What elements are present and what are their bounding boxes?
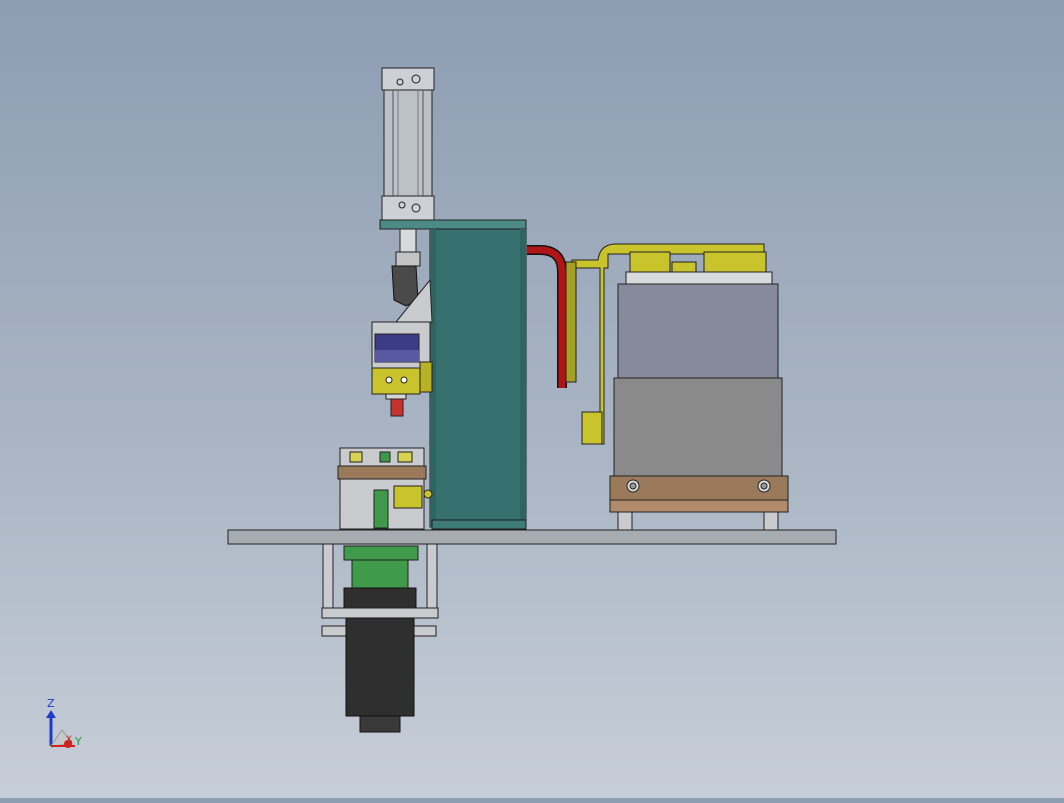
pneumatic-cylinder[interactable] <box>381 67 435 267</box>
cylinder-end-cap-bottom <box>381 195 435 221</box>
rod-nut <box>395 251 421 267</box>
base-plate <box>227 529 837 545</box>
foot-right <box>763 511 779 531</box>
lower-fixture[interactable] <box>337 447 433 530</box>
transformer-lower-housing <box>613 377 783 477</box>
motor-flange <box>321 607 439 619</box>
transformer-upper-housing <box>617 283 779 379</box>
motor-body <box>345 617 415 717</box>
cylinder-barrel <box>383 89 433 197</box>
vertical-column[interactable] <box>429 228 527 530</box>
z-axis-arrow <box>46 710 56 718</box>
tool-head[interactable] <box>371 265 433 417</box>
cylinder-end-cap-top <box>381 67 435 91</box>
z-axis-label: Z <box>47 697 55 710</box>
y-axis-label: Y <box>75 735 82 748</box>
brass-clamp <box>371 367 421 395</box>
motor-drive[interactable] <box>321 543 439 733</box>
standoff-right <box>426 543 438 609</box>
green-coupler <box>351 559 409 589</box>
cad-viewport[interactable]: Z X Y <box>0 0 1064 798</box>
transformer-unit[interactable] <box>609 271 789 531</box>
standoff-left <box>322 543 334 609</box>
wood-plate-small <box>337 465 427 480</box>
column-base-foot <box>431 519 527 530</box>
cylinder-rod <box>399 227 417 255</box>
red-air-hose <box>527 245 567 388</box>
machine-assembly-drawing <box>46 67 837 748</box>
foot-left <box>617 511 633 531</box>
x-axis-label: X <box>66 735 73 745</box>
top-mounting-bar <box>379 219 527 230</box>
